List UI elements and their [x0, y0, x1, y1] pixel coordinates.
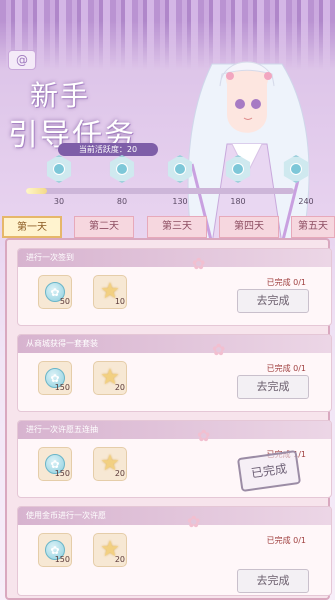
gem-icon [116, 163, 128, 175]
reward-amount: 10 [114, 297, 125, 306]
task-title: 使用金币进行一次许愿 [18, 507, 331, 525]
tab-day-3[interactable]: 第三天 [147, 216, 207, 238]
task-panel: 进行一次签到 ✿ 50 ★ 10 已完成 0/1 去完成 从商城获得一套套装 ✿… [5, 238, 332, 600]
blossom-icon: ✿ [197, 426, 211, 445]
reward-amount: 50 [59, 297, 70, 306]
milestone-1[interactable] [45, 155, 73, 183]
character-illustration [187, 61, 310, 244]
reward-amount: 20 [114, 555, 125, 564]
swirl-icon: @ [16, 53, 28, 67]
milestone-5[interactable] [282, 155, 310, 183]
milestone-3[interactable] [166, 155, 194, 183]
milestone-label: 180 [230, 197, 246, 206]
activity-progress-bar [26, 188, 294, 194]
gem-icon [290, 163, 302, 175]
reward-amount: 150 [54, 383, 70, 392]
gem-icon [232, 163, 244, 175]
reward-amount: 20 [114, 469, 125, 478]
milestone-label: 30 [53, 197, 65, 206]
task-title: 从商城获得一套套装 [18, 335, 331, 353]
blossom-icon: ✿ [212, 340, 226, 359]
go-complete-button[interactable]: 去完成 [237, 375, 309, 399]
reward-amount: 20 [114, 383, 125, 392]
milestone-label: 80 [116, 197, 128, 206]
task-progress: 已完成 0/1 [266, 536, 306, 545]
milestone-4[interactable] [224, 155, 252, 183]
milestone-label: 240 [298, 197, 314, 206]
task-title: 进行一次许愿五连抽 [18, 421, 331, 439]
gem-icon [53, 163, 65, 175]
tab-day-4[interactable]: 第四天 [219, 216, 279, 238]
completed-stamp: 已完成 [236, 449, 302, 493]
reward-amount: 150 [54, 555, 70, 564]
milestone-2[interactable] [108, 155, 136, 183]
task-title: 进行一次签到 [18, 249, 331, 267]
go-complete-button[interactable]: 去完成 [237, 569, 309, 593]
blossom-icon: ✿ [192, 254, 206, 273]
task-progress: 已完成 0/1 [266, 364, 306, 373]
tab-day-1[interactable]: 第一天 [2, 216, 62, 238]
task-card: 使用金币进行一次许愿 ✿ 150 ★ 20 已完成 0/1 去完成 [17, 506, 332, 596]
go-complete-button[interactable]: 去完成 [237, 289, 309, 313]
tab-day-2[interactable]: 第二天 [74, 216, 134, 238]
menu-button[interactable]: @ [8, 50, 36, 70]
milestone-label: 130 [172, 197, 188, 206]
reward-amount: 150 [54, 469, 70, 478]
task-card: 从商城获得一套套装 ✿ 150 ★ 20 已完成 0/1 去完成 [17, 334, 332, 412]
blossom-icon: ✿ [187, 512, 201, 531]
gem-icon [174, 163, 186, 175]
activity-progress-fill [26, 188, 48, 194]
task-card: 进行一次许愿五连抽 ✿ 150 ★ 20 已完成 1/1 已完成 [17, 420, 332, 498]
day-tabs: 第一天 第二天 第三天 第四天 第五天 [0, 216, 335, 238]
title-line-1: 新手 [30, 79, 91, 112]
task-card: 进行一次签到 ✿ 50 ★ 10 已完成 0/1 去完成 [17, 248, 332, 326]
task-progress: 已完成 0/1 [266, 278, 306, 287]
tab-day-5[interactable]: 第五天 [291, 216, 335, 238]
